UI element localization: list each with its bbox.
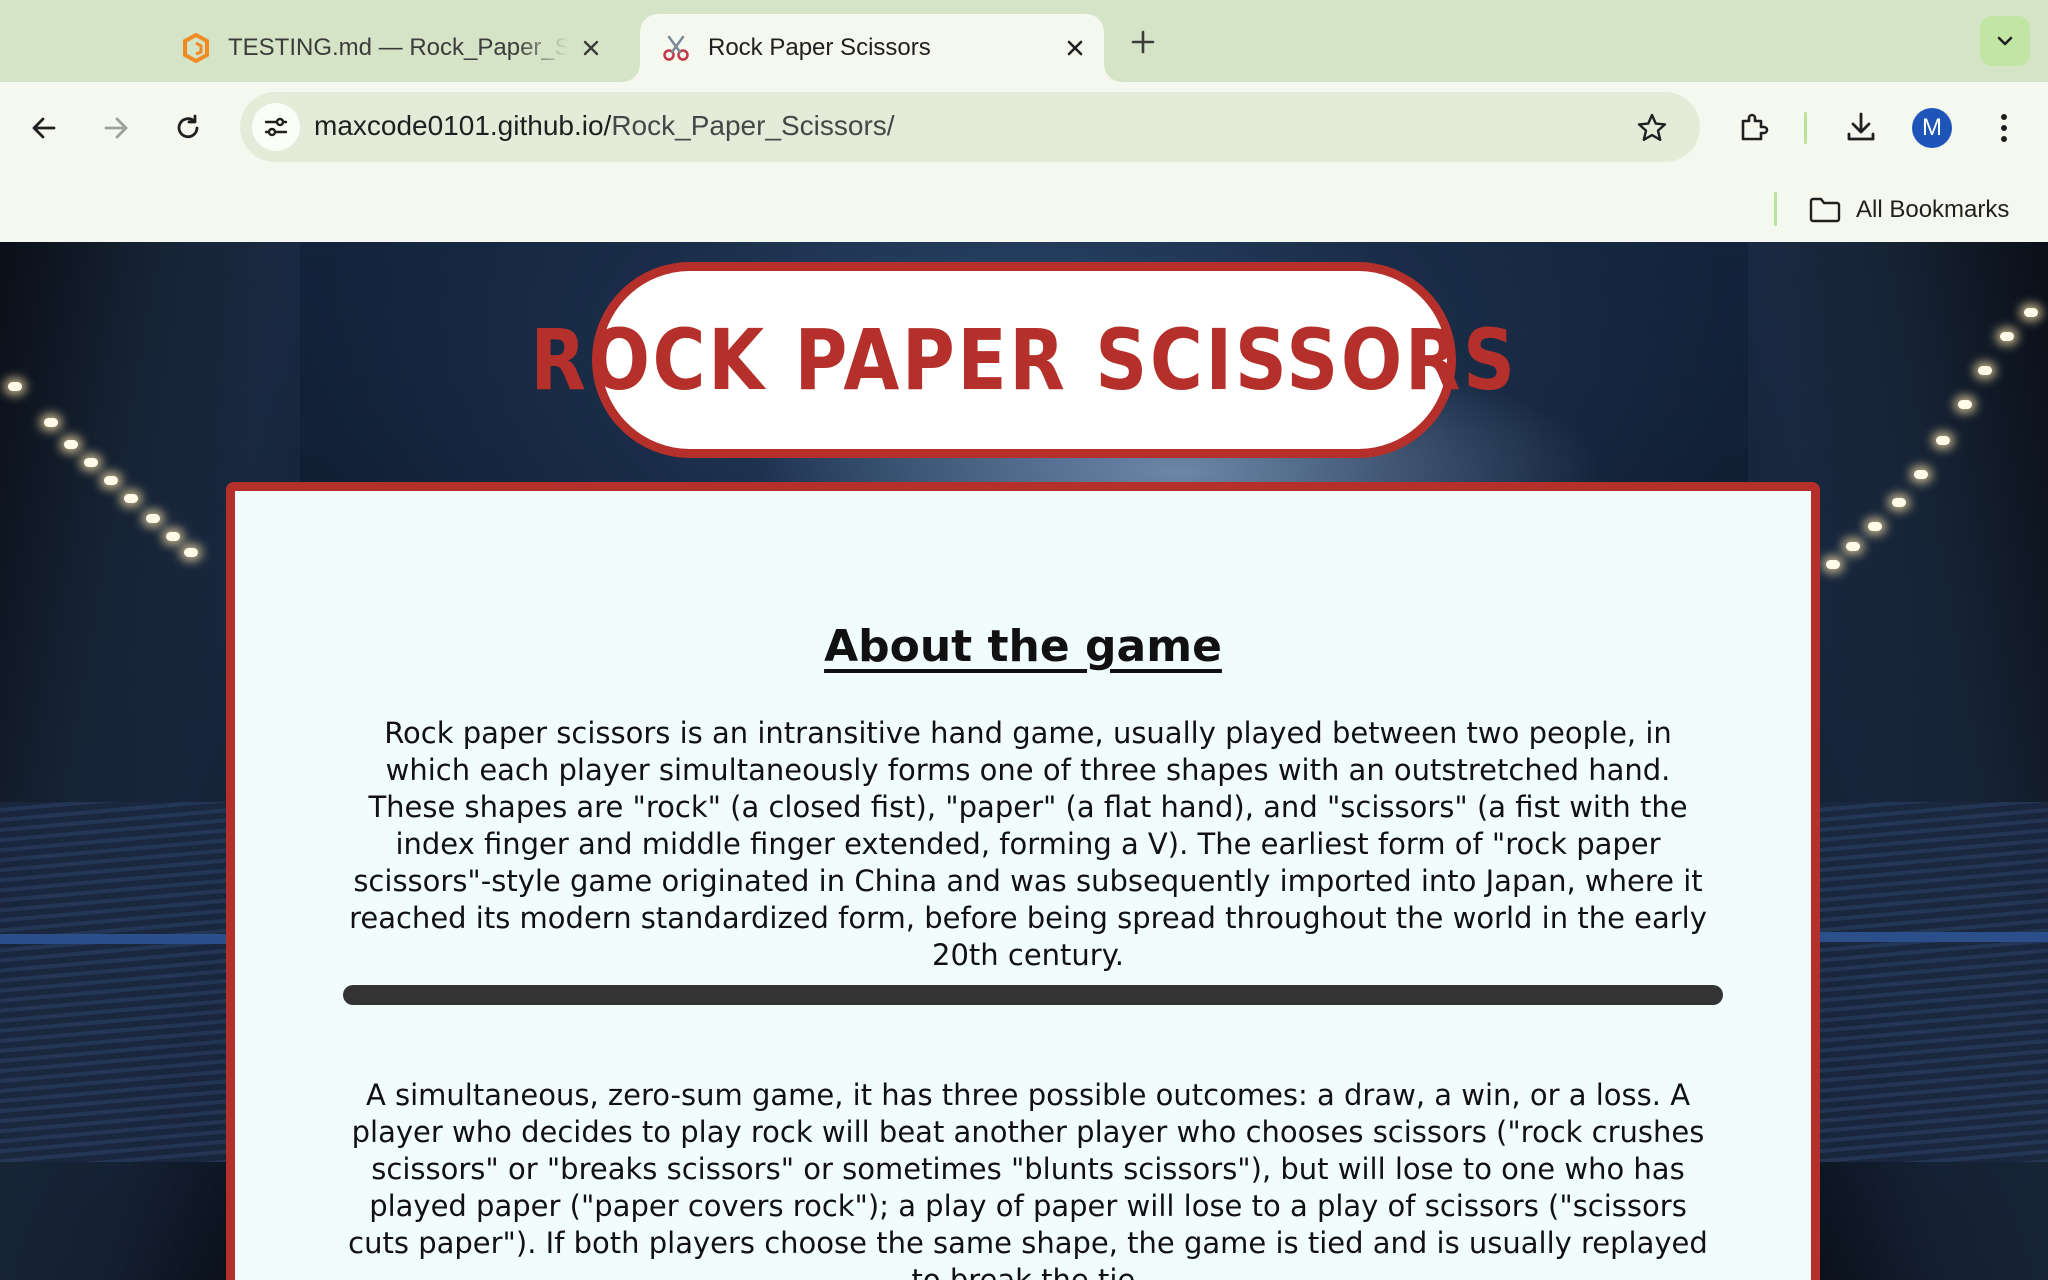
downloads-button[interactable] — [1838, 104, 1884, 150]
floodlight — [1868, 522, 1882, 531]
download-icon — [1847, 112, 1875, 141]
stadium-crowd-right — [1818, 802, 2048, 1162]
floodlight — [1978, 366, 1992, 375]
about-paragraph-1: Rock paper scissors is an intransitive h… — [349, 716, 1707, 972]
star-icon — [1637, 113, 1667, 141]
all-bookmarks-button[interactable]: All Bookmarks — [1808, 188, 2009, 232]
stadium-banner-right — [1818, 932, 2048, 942]
floodlight — [1936, 436, 1950, 445]
tab-rock-paper-scissors[interactable]: Rock Paper Scissors — [640, 14, 1104, 82]
url-host: maxcode0101.github.io/ — [314, 110, 612, 141]
floodlight — [2000, 332, 2014, 341]
browser-toolbar: maxcode0101.github.io/Rock_Paper_Scissor… — [0, 82, 2048, 242]
scissors-icon — [660, 32, 692, 64]
floodlight — [184, 548, 198, 557]
about-paragraph-2: A simultaneous, zero-sum game, it has th… — [348, 1078, 1708, 1280]
site-title-banner: ROCK PAPER SCISSORS — [530, 262, 1515, 458]
more-vert-icon — [2001, 114, 2007, 142]
floodlight — [146, 514, 160, 523]
tab-search-button[interactable] — [1980, 16, 2030, 66]
floodlight — [84, 458, 98, 467]
reload-button[interactable] — [166, 106, 210, 150]
tab-testing-md[interactable]: TESTING.md — Rock_Paper_Scissors — [160, 14, 620, 82]
profile-avatar[interactable]: M — [1912, 108, 1952, 148]
address-bar[interactable]: maxcode0101.github.io/Rock_Paper_Scissor… — [240, 92, 1700, 162]
floodlight — [124, 494, 138, 503]
url-path: Rock_Paper_Scissors/ — [611, 110, 895, 141]
arrow-left-icon — [32, 117, 56, 139]
floodlight — [1914, 470, 1928, 479]
stadium-banner-left — [0, 934, 230, 944]
site-title: ROCK PAPER SCISSORS — [530, 311, 1518, 409]
floodlight — [166, 532, 180, 541]
stadium-crowd-left — [0, 802, 230, 1162]
floodlight — [1846, 542, 1860, 551]
folder-icon — [1809, 197, 1841, 223]
site-info-button[interactable] — [252, 103, 300, 151]
browser-menu-button[interactable] — [1984, 106, 2024, 150]
floodlight — [8, 382, 22, 391]
extensions-button[interactable] — [1732, 106, 1776, 150]
tune-icon — [264, 117, 288, 137]
arrow-right-icon — [104, 117, 128, 139]
section-divider — [343, 985, 1723, 1005]
page-viewport[interactable]: ROCK PAPER SCISSORS About the game Rock … — [0, 242, 2048, 1280]
tab-strip: TESTING.md — Rock_Paper_Scissors Rock Pa… — [0, 0, 2048, 82]
about-heading: About the game — [824, 621, 1222, 672]
floodlight — [104, 476, 118, 485]
all-bookmarks-label: All Bookmarks — [1856, 196, 2010, 223]
floodlight — [1826, 560, 1840, 569]
floodlight — [1958, 400, 1972, 409]
chevron-down-icon — [1997, 36, 2013, 46]
editor-logo-icon — [180, 32, 212, 64]
floodlight — [44, 418, 58, 427]
bookmarks-separator — [1774, 192, 1777, 226]
close-tab-icon[interactable] — [1058, 31, 1092, 65]
url-text[interactable]: maxcode0101.github.io/Rock_Paper_Scissor… — [314, 110, 895, 142]
tab-title: TESTING.md — Rock_Paper_Scissors — [228, 34, 568, 61]
close-tab-icon[interactable] — [574, 31, 608, 65]
puzzle-icon — [1741, 113, 1769, 141]
tab-title: Rock Paper Scissors — [708, 34, 931, 61]
forward-button[interactable] — [94, 106, 138, 150]
floodlight — [1892, 498, 1906, 507]
floodlight — [64, 440, 78, 449]
content-panel: About the game Rock paper scissors is an… — [226, 482, 1820, 1280]
new-tab-button[interactable] — [1126, 20, 1160, 64]
toolbar-separator — [1804, 112, 1807, 144]
floodlight — [2024, 308, 2038, 317]
back-button[interactable] — [22, 106, 66, 150]
bookmark-star-button[interactable] — [1632, 108, 1672, 148]
reload-icon — [177, 114, 199, 139]
